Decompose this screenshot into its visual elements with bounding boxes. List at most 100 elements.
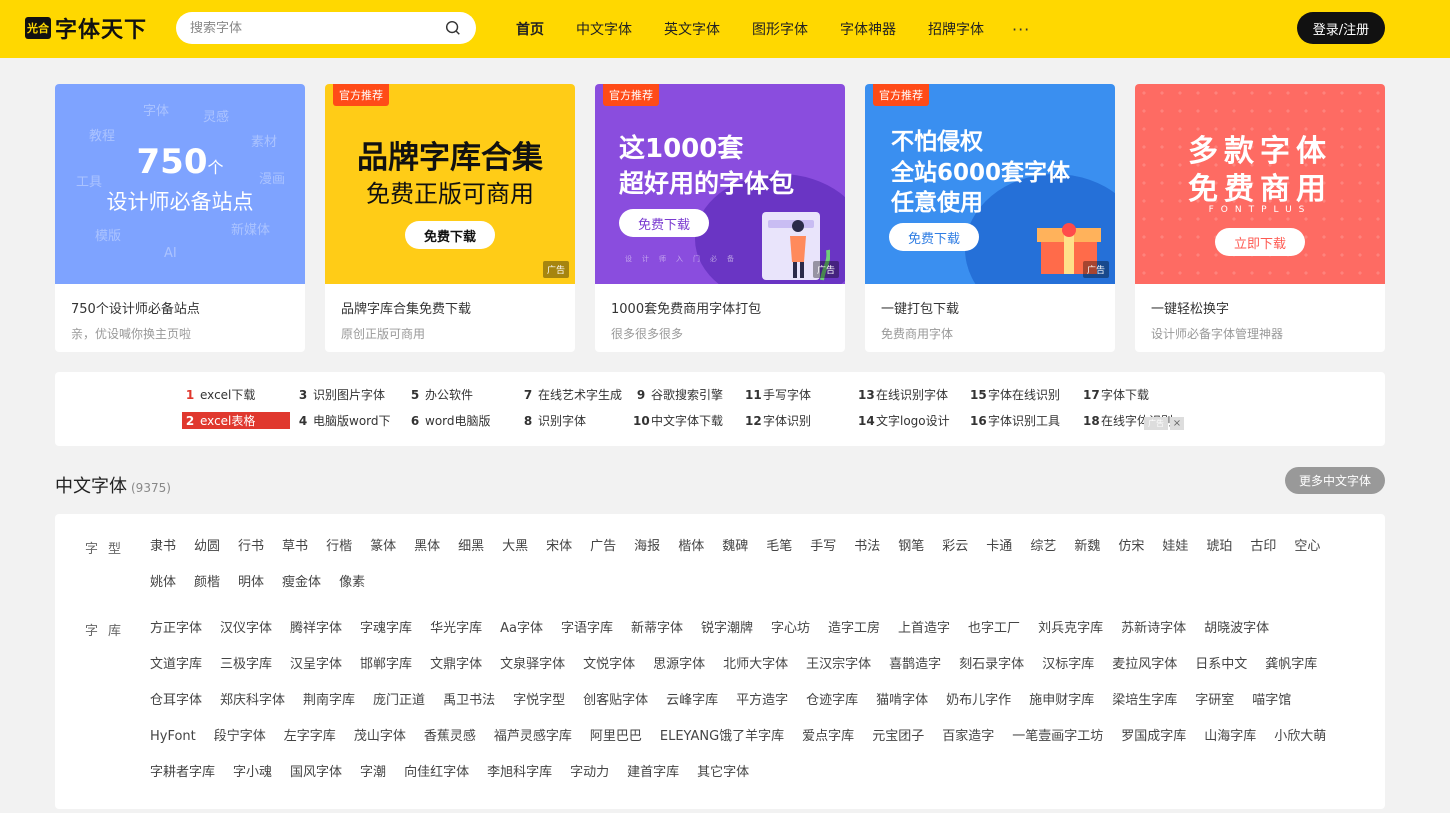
font-tag-link[interactable]: HyFont bbox=[150, 719, 196, 755]
font-tag-link[interactable]: 云峰字库 bbox=[666, 683, 718, 719]
font-tag-link[interactable]: 文鼎字体 bbox=[430, 647, 482, 683]
font-tag-link[interactable]: 仿宋 bbox=[1118, 529, 1144, 565]
hot-search-item[interactable]: 17 字体下载 bbox=[1083, 386, 1191, 403]
banner-card-3[interactable]: 官方推荐 这1000套 超好用的字体包 免费下载 设计师入门必备 广告 1000… bbox=[595, 84, 845, 352]
banner-card-2[interactable]: 官方推荐 品牌字库合集 免费正版可商用 免费下载 广告 品牌字库合集免费下载 原… bbox=[325, 84, 575, 352]
font-tag-link[interactable]: 汉仪字体 bbox=[220, 611, 272, 647]
font-tag-link[interactable]: 草书 bbox=[282, 529, 308, 565]
font-tag-link[interactable]: 字悦字型 bbox=[513, 683, 565, 719]
font-tag-link[interactable]: 字研室 bbox=[1195, 683, 1234, 719]
font-tag-link[interactable]: 华光字库 bbox=[430, 611, 482, 647]
nav-english-fonts[interactable]: 英文字体 bbox=[664, 19, 720, 39]
font-tag-link[interactable]: 海报 bbox=[634, 529, 660, 565]
font-tag-link[interactable]: 仓耳字体 bbox=[150, 683, 202, 719]
font-tag-link[interactable]: 彩云 bbox=[942, 529, 968, 565]
font-tag-link[interactable]: 梁培生字库 bbox=[1112, 683, 1177, 719]
font-tag-link[interactable]: 综艺 bbox=[1030, 529, 1056, 565]
font-tag-link[interactable]: 爱点字库 bbox=[802, 719, 854, 755]
font-tag-link[interactable]: 幼圆 bbox=[194, 529, 220, 565]
hot-search-item[interactable]: 15 字体在线识别 bbox=[970, 386, 1078, 403]
font-tag-link[interactable]: 字语字库 bbox=[561, 611, 613, 647]
font-tag-link[interactable]: 姚体 bbox=[150, 565, 176, 601]
font-tag-link[interactable]: 荆南字库 bbox=[303, 683, 355, 719]
font-tag-link[interactable]: 广告 bbox=[590, 529, 616, 565]
close-icon[interactable]: × bbox=[1170, 417, 1184, 430]
font-tag-link[interactable]: 腾祥字体 bbox=[290, 611, 342, 647]
hot-search-item[interactable]: 16 字体识别工具 bbox=[970, 412, 1078, 429]
font-tag-link[interactable]: 邯郸字库 bbox=[360, 647, 412, 683]
nav-font-tools[interactable]: 字体神器 bbox=[840, 19, 896, 39]
font-tag-link[interactable]: 手写 bbox=[810, 529, 836, 565]
font-tag-link[interactable]: 空心 bbox=[1294, 529, 1320, 565]
search-icon[interactable] bbox=[444, 19, 462, 37]
font-tag-link[interactable]: 日系中文 bbox=[1195, 647, 1247, 683]
font-tag-link[interactable]: 北师大字体 bbox=[723, 647, 788, 683]
hot-search-item[interactable]: 11 手写字体 bbox=[745, 386, 853, 403]
font-tag-link[interactable]: 古印 bbox=[1250, 529, 1276, 565]
font-tag-link[interactable]: 黑体 bbox=[414, 529, 440, 565]
nav-signboard-fonts[interactable]: 招牌字体 bbox=[928, 19, 984, 39]
font-tag-link[interactable]: 也字工厂 bbox=[968, 611, 1020, 647]
banner-card-5[interactable]: 多款字体 免费商用 FONTPLUS 立即下载 一键轻松换字 设计师必备字体管理… bbox=[1135, 84, 1385, 352]
font-tag-link[interactable]: 字耕者字库 bbox=[150, 755, 215, 791]
hot-search-item[interactable]: 2 excel表格 bbox=[182, 412, 290, 429]
font-tag-link[interactable]: 元宝团子 bbox=[872, 719, 924, 755]
login-button[interactable]: 登录/注册 bbox=[1297, 12, 1385, 44]
font-tag-link[interactable]: 王汉宗字体 bbox=[806, 647, 871, 683]
hot-search-item[interactable]: 13 在线识别字体 bbox=[858, 386, 966, 403]
font-tag-link[interactable]: 喵字馆 bbox=[1252, 683, 1291, 719]
font-tag-link[interactable]: 左字字库 bbox=[284, 719, 336, 755]
font-tag-link[interactable]: 思源字体 bbox=[653, 647, 705, 683]
hot-search-item[interactable]: 12 字体识别 bbox=[745, 412, 853, 429]
download-now-button[interactable]: 立即下载 bbox=[1215, 228, 1305, 256]
font-tag-link[interactable]: 琥珀 bbox=[1206, 529, 1232, 565]
hot-search-item[interactable]: 1 excel下载 bbox=[182, 386, 290, 403]
font-tag-link[interactable]: 新魏 bbox=[1074, 529, 1100, 565]
font-tag-link[interactable]: 麦拉风字体 bbox=[1112, 647, 1177, 683]
font-tag-link[interactable]: 文泉驿字体 bbox=[500, 647, 565, 683]
font-tag-link[interactable]: 向佳红字体 bbox=[404, 755, 469, 791]
hot-search-item[interactable]: 9 谷歌搜索引擎 bbox=[633, 386, 741, 403]
font-tag-link[interactable]: 书法 bbox=[854, 529, 880, 565]
font-tag-link[interactable]: 字魂字库 bbox=[360, 611, 412, 647]
font-tag-link[interactable]: 娃娃 bbox=[1162, 529, 1188, 565]
font-tag-link[interactable]: 福芦灵感字库 bbox=[494, 719, 572, 755]
free-download-button[interactable]: 免费下载 bbox=[619, 209, 709, 237]
font-tag-link[interactable]: 罗国成字库 bbox=[1121, 719, 1186, 755]
font-tag-link[interactable]: 颜楷 bbox=[194, 565, 220, 601]
font-tag-link[interactable]: 喜鹊造字 bbox=[889, 647, 941, 683]
font-tag-link[interactable]: 方正字体 bbox=[150, 611, 202, 647]
font-tag-link[interactable]: 香蕉灵感 bbox=[424, 719, 476, 755]
font-tag-link[interactable]: 刘兵克字库 bbox=[1038, 611, 1103, 647]
font-tag-link[interactable]: 魏碑 bbox=[722, 529, 748, 565]
font-tag-link[interactable]: 一笔壹画字工坊 bbox=[1012, 719, 1103, 755]
banner-card-4[interactable]: 官方推荐 不怕侵权 全站6000套字体 任意使用 免费下载 广告 一键打包下载 … bbox=[865, 84, 1115, 352]
font-tag-link[interactable]: 汉呈字体 bbox=[290, 647, 342, 683]
hot-search-item[interactable]: 4 电脑版word下 bbox=[295, 412, 403, 429]
nav-more-icon[interactable]: ··· bbox=[1012, 20, 1030, 39]
font-tag-link[interactable]: 字心坊 bbox=[771, 611, 810, 647]
font-tag-link[interactable]: 字潮 bbox=[360, 755, 386, 791]
font-tag-link[interactable]: 毛笔 bbox=[766, 529, 792, 565]
font-tag-link[interactable]: 阿里巴巴 bbox=[590, 719, 642, 755]
font-tag-link[interactable]: 其它字体 bbox=[697, 755, 749, 791]
free-download-button[interactable]: 免费下载 bbox=[405, 221, 495, 249]
font-tag-link[interactable]: 字小魂 bbox=[233, 755, 272, 791]
font-tag-link[interactable]: 钢笔 bbox=[898, 529, 924, 565]
hot-search-item[interactable]: 14 文字logo设计 bbox=[858, 412, 966, 429]
font-tag-link[interactable]: ELEYANG饿了羊字库 bbox=[660, 719, 784, 755]
font-tag-link[interactable]: 仓迹字库 bbox=[806, 683, 858, 719]
nav-home[interactable]: 首页 bbox=[516, 19, 544, 39]
font-tag-link[interactable]: 新蒂字体 bbox=[631, 611, 683, 647]
font-tag-link[interactable]: 山海字库 bbox=[1204, 719, 1256, 755]
hot-search-item[interactable]: 6 word电脑版 bbox=[407, 412, 515, 429]
font-tag-link[interactable]: 篆体 bbox=[370, 529, 396, 565]
font-tag-link[interactable]: 行楷 bbox=[326, 529, 352, 565]
font-tag-link[interactable]: 大黑 bbox=[502, 529, 528, 565]
search-input[interactable] bbox=[190, 20, 444, 36]
font-tag-link[interactable]: 小欣大萌 bbox=[1274, 719, 1326, 755]
font-tag-link[interactable]: 文道字库 bbox=[150, 647, 202, 683]
font-tag-link[interactable]: 建首字库 bbox=[627, 755, 679, 791]
hot-search-item[interactable]: 5 办公软件 bbox=[407, 386, 515, 403]
font-tag-link[interactable]: 李旭科字库 bbox=[487, 755, 552, 791]
